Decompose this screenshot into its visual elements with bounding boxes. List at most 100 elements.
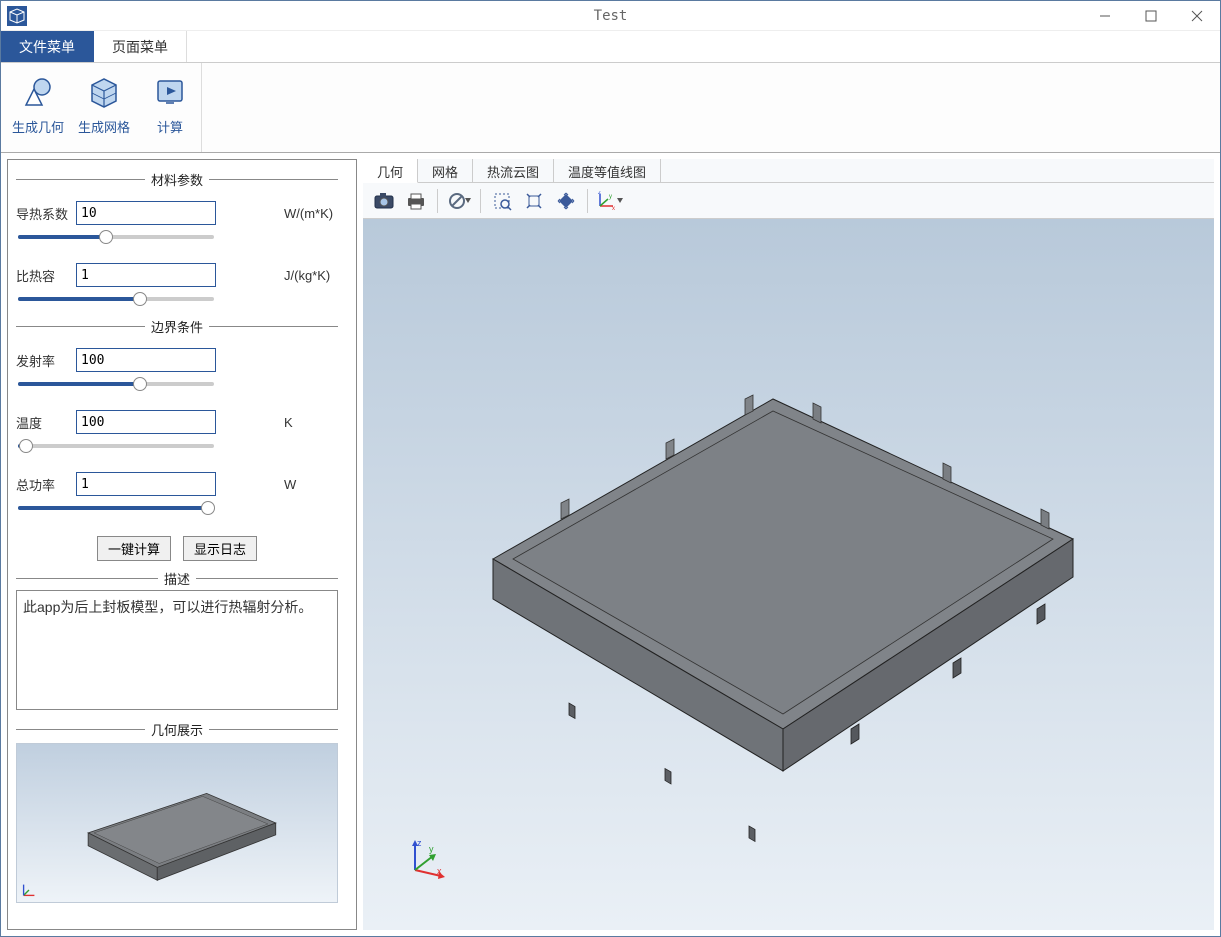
section-preview: 几何展示 [16,720,338,739]
axes-icon: z y x [595,191,617,211]
reset-view-button[interactable] [444,187,474,215]
maximize-button[interactable] [1128,1,1174,31]
gen-mesh-label: 生成网格 [78,117,130,136]
power-unit: W [284,477,338,492]
zoom-extents-icon [524,191,544,211]
emiss-input[interactable] [76,348,216,372]
toolbar-separator [587,189,588,213]
cp-slider[interactable] [18,291,214,307]
preview-axes-icon [20,881,38,899]
sidebar: 材料参数 导热系数 W/(m*K) 比热容 J/(kg*K) 边界条件 [7,159,357,930]
section-description-label: 描述 [158,569,196,588]
temp-unit: K [284,415,338,430]
app-icon [7,6,27,26]
calc-all-button[interactable]: 一键计算 [97,536,171,561]
gen-mesh-button[interactable]: 生成网格 [75,69,133,138]
close-icon [1191,10,1203,22]
minimize-button[interactable] [1082,1,1128,31]
sidebar-buttons: 一键计算 显示日志 [16,536,338,561]
app-window: Test 文件菜单 页面菜单 生成几何 生成网格 [0,0,1221,937]
toolbar-separator [437,189,438,213]
toolbar-separator [480,189,481,213]
description-text: 此app为后上封板模型，可以进行热辐射分析。 [16,590,338,710]
section-material: 材料参数 [16,170,338,189]
cp-label: 比热容 [16,266,68,285]
print-button[interactable] [401,187,431,215]
no-entry-icon [447,191,467,211]
svg-text:x: x [612,206,615,211]
tab-file-menu[interactable]: 文件菜单 [1,31,94,62]
view-tab-geometry[interactable]: 几何 [363,159,418,183]
section-material-label: 材料参数 [145,170,209,189]
power-input[interactable] [76,472,216,496]
section-description: 描述 [16,569,338,588]
window-title: Test [594,8,628,24]
snapshot-button[interactable] [369,187,399,215]
k-unit: W/(m*K) [284,206,338,221]
minimize-icon [1099,10,1111,22]
view-tab-isotherm[interactable]: 温度等值线图 [554,159,661,182]
axes-orientation-button[interactable]: z y x [594,187,624,215]
ribbon-body: 生成几何 生成网格 计算 [1,63,1220,153]
svg-text:z: z [598,191,601,196]
calculate-icon [152,75,188,111]
view-tab-mesh[interactable]: 网格 [418,159,473,182]
param-temperature: 温度 K [16,410,338,434]
rotate-button[interactable] [551,187,581,215]
power-label: 总功率 [16,475,68,494]
viewport-toolbar: z y x [363,183,1214,219]
gen-geometry-label: 生成几何 [12,117,64,136]
section-preview-label: 几何展示 [145,720,209,739]
window-controls [1082,1,1220,31]
emiss-label: 发射率 [16,351,68,370]
param-specific-heat: 比热容 J/(kg*K) [16,263,338,287]
view-tab-heatflux[interactable]: 热流云图 [473,159,554,182]
zoom-box-icon [492,191,512,211]
zoom-extents-button[interactable] [519,187,549,215]
camera-icon [374,192,394,210]
section-boundary-label: 边界条件 [145,317,209,336]
param-thermal-conductivity: 导热系数 W/(m*K) [16,201,338,225]
k-input[interactable] [76,201,216,225]
printer-icon [406,192,426,210]
temp-slider[interactable] [18,438,214,454]
close-button[interactable] [1174,1,1220,31]
ribbon-tabs: 文件菜单 页面菜单 [1,31,1220,63]
calculate-button[interactable]: 计算 [141,69,199,138]
temp-label: 温度 [16,413,68,432]
calculate-label: 计算 [157,117,183,136]
section-boundary: 边界条件 [16,317,338,336]
cp-input[interactable] [76,263,216,287]
axes-gizmo-icon: z x y [405,836,449,880]
svg-text:z: z [417,838,422,848]
zoom-box-button[interactable] [487,187,517,215]
geometry-preview[interactable] [16,743,338,903]
emiss-slider[interactable] [18,376,214,392]
maximize-icon [1145,10,1157,22]
tab-page-menu[interactable]: 页面菜单 [94,31,187,62]
dropdown-arrow-icon [617,198,623,204]
model-plate-icon [413,339,1153,859]
main-content: 材料参数 导热系数 W/(m*K) 比热容 J/(kg*K) 边界条件 [1,153,1220,936]
dropdown-arrow-icon [465,198,471,204]
k-label: 导热系数 [16,204,68,223]
canvas-3d[interactable]: z x y [363,219,1214,930]
param-emissivity: 发射率 [16,348,338,372]
param-power: 总功率 W [16,472,338,496]
ribbon-group-main: 生成几何 生成网格 计算 [1,63,202,152]
show-log-button[interactable]: 显示日志 [183,536,257,561]
geometry-icon [20,75,56,111]
k-slider[interactable] [18,229,214,245]
viewport-tabs: 几何 网格 热流云图 温度等值线图 [363,159,1214,183]
power-slider[interactable] [18,500,214,516]
rotate-diamond-icon [556,191,576,211]
temp-input[interactable] [76,410,216,434]
svg-text:x: x [437,866,442,876]
viewport: 几何 网格 热流云图 温度等值线图 zyx [363,159,1214,930]
svg-text:y: y [429,844,434,854]
mesh-icon [86,75,122,111]
title-bar: Test [1,1,1220,31]
svg-text:y: y [609,194,612,200]
gen-geometry-button[interactable]: 生成几何 [9,69,67,138]
cp-unit: J/(kg*K) [284,268,338,283]
